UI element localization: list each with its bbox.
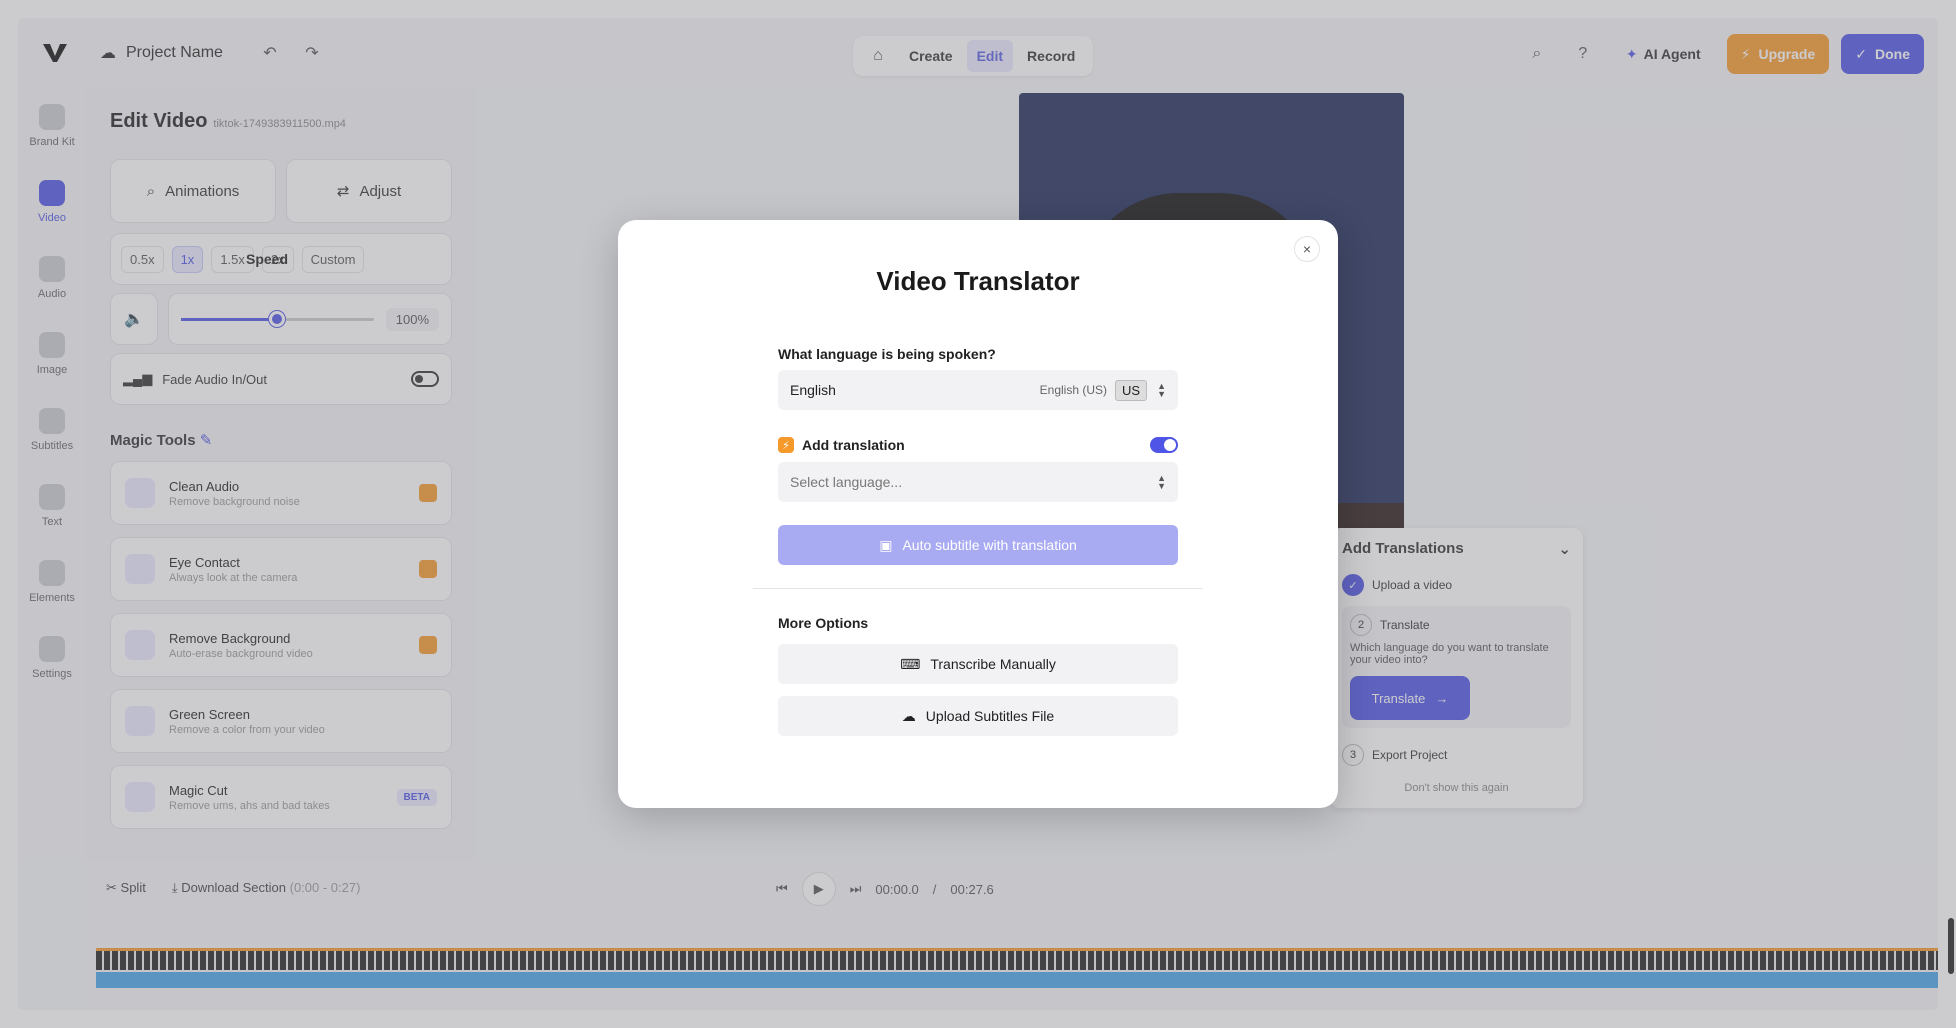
spoken-language-locale: English (US) — [1039, 383, 1108, 397]
target-language-placeholder: Select language... — [790, 474, 903, 490]
divider — [753, 588, 1203, 589]
add-translation-row: ⚡ Add translation — [778, 434, 1178, 456]
flag-icon: US — [1115, 379, 1148, 401]
modal-title: Video Translator — [876, 266, 1080, 296]
cloud-upload-icon: ☁ — [901, 707, 916, 724]
chevron-updown-icon: ▲ ▼ — [1157, 381, 1166, 399]
transcribe-manually-button[interactable]: ⌨ Transcribe Manually — [778, 644, 1178, 684]
auto-subtitle-button[interactable]: ▣ Auto subtitle with translation — [778, 525, 1178, 565]
bolt-icon: ⚡ — [778, 437, 794, 453]
video-translator-modal: × Video Translator What language is bein… — [618, 220, 1338, 808]
spoken-language-select[interactable]: English English (US) US ▲ ▼ — [778, 370, 1178, 410]
auto-subtitle-label: Auto subtitle with translation — [902, 537, 1077, 553]
target-language-select[interactable]: Select language... ▲ ▼ — [778, 462, 1178, 502]
spoken-language-value: English — [790, 382, 836, 398]
upload-subtitles-button[interactable]: ☁ Upload Subtitles File — [778, 696, 1178, 736]
more-options-title: More Options — [778, 615, 869, 631]
close-button[interactable]: × — [1294, 236, 1320, 262]
close-icon: × — [1302, 241, 1312, 257]
spoken-language-label: What language is being spoken? — [778, 346, 996, 362]
transcribe-label: Transcribe Manually — [930, 656, 1056, 672]
chevron-updown-icon: ▲ ▼ — [1157, 473, 1166, 491]
upload-label: Upload Subtitles File — [925, 708, 1055, 724]
subtitle-icon: ▣ — [879, 536, 893, 553]
add-translation-label: Add translation — [802, 437, 905, 453]
add-translation-toggle[interactable] — [1150, 437, 1178, 453]
keyboard-icon: ⌨ — [900, 655, 921, 672]
